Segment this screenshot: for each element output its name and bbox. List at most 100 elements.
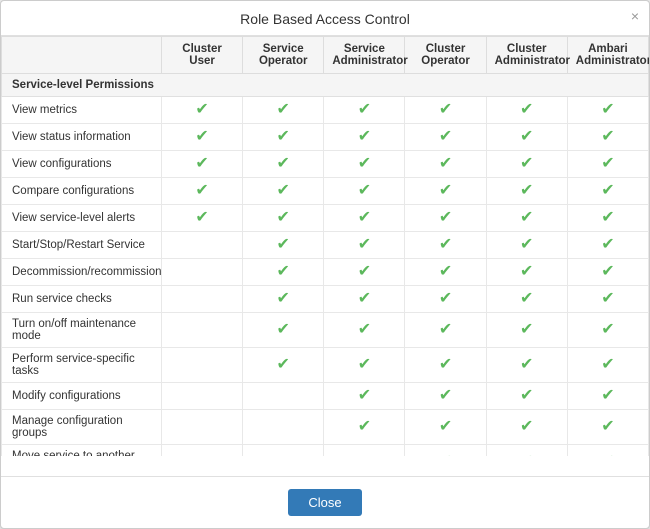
row-cell: ✔ [567, 445, 648, 457]
checkmark-icon: ✔ [277, 128, 290, 145]
checkmark-icon: ✔ [439, 387, 452, 404]
checkmark-icon: ✔ [520, 155, 533, 172]
checkmark-icon: ✔ [520, 263, 533, 280]
checkmark-icon: ✔ [520, 101, 533, 118]
table-wrapper: Cluster User Service Operator Service Ad… [1, 36, 649, 456]
row-cell: ✔ [162, 151, 243, 178]
row-cell: ✔ [567, 178, 648, 205]
checkmark-icon: ✔ [439, 209, 452, 226]
row-cell: ✔ [324, 410, 405, 445]
row-cell: ✔ [243, 348, 324, 383]
col-header-cluster-user: Cluster User [162, 37, 243, 74]
row-cell: ✔ [324, 205, 405, 232]
checkmark-icon: ✔ [520, 182, 533, 199]
row-cell: ✔ [486, 348, 567, 383]
row-cell: ✔ [405, 348, 486, 383]
checkmark-icon: ✔ [439, 290, 452, 307]
checkmark-icon: ✔ [277, 290, 290, 307]
checkmark-icon: ✔ [520, 236, 533, 253]
row-label: Run service checks [2, 286, 162, 313]
row-cell: ✔ [405, 410, 486, 445]
checkmark-icon: ✔ [358, 387, 371, 404]
checkmark-icon: ✔ [277, 101, 290, 118]
row-label: Decommission/recommission [2, 259, 162, 286]
row-cell: ✔ [243, 313, 324, 348]
checkmark-icon: ✔ [520, 209, 533, 226]
close-button[interactable]: Close [288, 489, 361, 516]
col-header-cluster-operator: Cluster Operator [405, 37, 486, 74]
checkmark-icon: ✔ [439, 453, 452, 456]
col-header-cluster-administrator: Cluster Administrator [486, 37, 567, 74]
row-cell: ✔ [243, 259, 324, 286]
checkmark-icon: ✔ [601, 209, 614, 226]
checkmark-icon: ✔ [520, 356, 533, 373]
checkmark-icon: ✔ [358, 155, 371, 172]
row-cell: ✔ [405, 97, 486, 124]
row-cell: ✔ [486, 410, 567, 445]
row-label: Perform service-specific tasks [2, 348, 162, 383]
row-cell [162, 348, 243, 383]
row-cell: ✔ [405, 313, 486, 348]
row-cell: ✔ [324, 178, 405, 205]
checkmark-icon: ✔ [439, 128, 452, 145]
row-cell: ✔ [243, 232, 324, 259]
row-cell: ✔ [405, 151, 486, 178]
row-cell: ✔ [567, 205, 648, 232]
modal-body: Cluster User Service Operator Service Ad… [1, 36, 649, 476]
col-header-label [2, 37, 162, 74]
checkmark-icon: ✔ [358, 263, 371, 280]
checkmark-icon: ✔ [195, 182, 208, 199]
checkmark-icon: ✔ [358, 182, 371, 199]
row-cell: ✔ [405, 178, 486, 205]
checkmark-icon: ✔ [439, 418, 452, 435]
table-row: View configurations✔✔✔✔✔✔ [2, 151, 649, 178]
row-cell: ✔ [324, 348, 405, 383]
modal-footer: Close [1, 476, 649, 528]
checkmark-icon: ✔ [195, 155, 208, 172]
row-cell: ✔ [162, 124, 243, 151]
row-cell: ✔ [567, 313, 648, 348]
row-cell [162, 410, 243, 445]
permissions-table: Cluster User Service Operator Service Ad… [1, 36, 649, 456]
col-header-ambari-administrator: Ambari Administrator [567, 37, 648, 74]
row-cell: ✔ [567, 259, 648, 286]
row-cell: ✔ [162, 178, 243, 205]
checkmark-icon: ✔ [358, 236, 371, 253]
modal-header: Role Based Access Control × [1, 1, 649, 36]
checkmark-icon: ✔ [520, 453, 533, 456]
row-label: View service-level alerts [2, 205, 162, 232]
row-cell: ✔ [324, 259, 405, 286]
row-cell: ✔ [405, 383, 486, 410]
checkmark-icon: ✔ [277, 182, 290, 199]
checkmark-icon: ✔ [601, 453, 614, 456]
row-cell: ✔ [567, 97, 648, 124]
checkmark-icon: ✔ [520, 387, 533, 404]
row-cell: ✔ [567, 383, 648, 410]
table-row: View service-level alerts✔✔✔✔✔✔ [2, 205, 649, 232]
row-cell [243, 445, 324, 457]
row-cell: ✔ [486, 445, 567, 457]
checkmark-icon: ✔ [195, 128, 208, 145]
close-x-button[interactable]: × [631, 9, 639, 23]
row-cell: ✔ [486, 178, 567, 205]
row-label: Compare configurations [2, 178, 162, 205]
checkmark-icon: ✔ [358, 290, 371, 307]
row-cell [162, 259, 243, 286]
checkmark-icon: ✔ [277, 321, 290, 338]
table-row: View status information✔✔✔✔✔✔ [2, 124, 649, 151]
modal-container: Role Based Access Control × Cluster User… [0, 0, 650, 529]
row-cell [162, 445, 243, 457]
row-label: View metrics [2, 97, 162, 124]
row-cell [324, 445, 405, 457]
row-cell: ✔ [405, 259, 486, 286]
checkmark-icon: ✔ [601, 155, 614, 172]
table-row: Move service to another host✔✔✔ [2, 445, 649, 457]
row-cell: ✔ [162, 97, 243, 124]
section-header-row: Service-level Permissions [2, 74, 649, 97]
col-header-service-operator: Service Operator [243, 37, 324, 74]
table-row: Run service checks✔✔✔✔✔ [2, 286, 649, 313]
row-label: Modify configurations [2, 383, 162, 410]
row-cell: ✔ [486, 232, 567, 259]
row-cell: ✔ [243, 97, 324, 124]
checkmark-icon: ✔ [601, 182, 614, 199]
